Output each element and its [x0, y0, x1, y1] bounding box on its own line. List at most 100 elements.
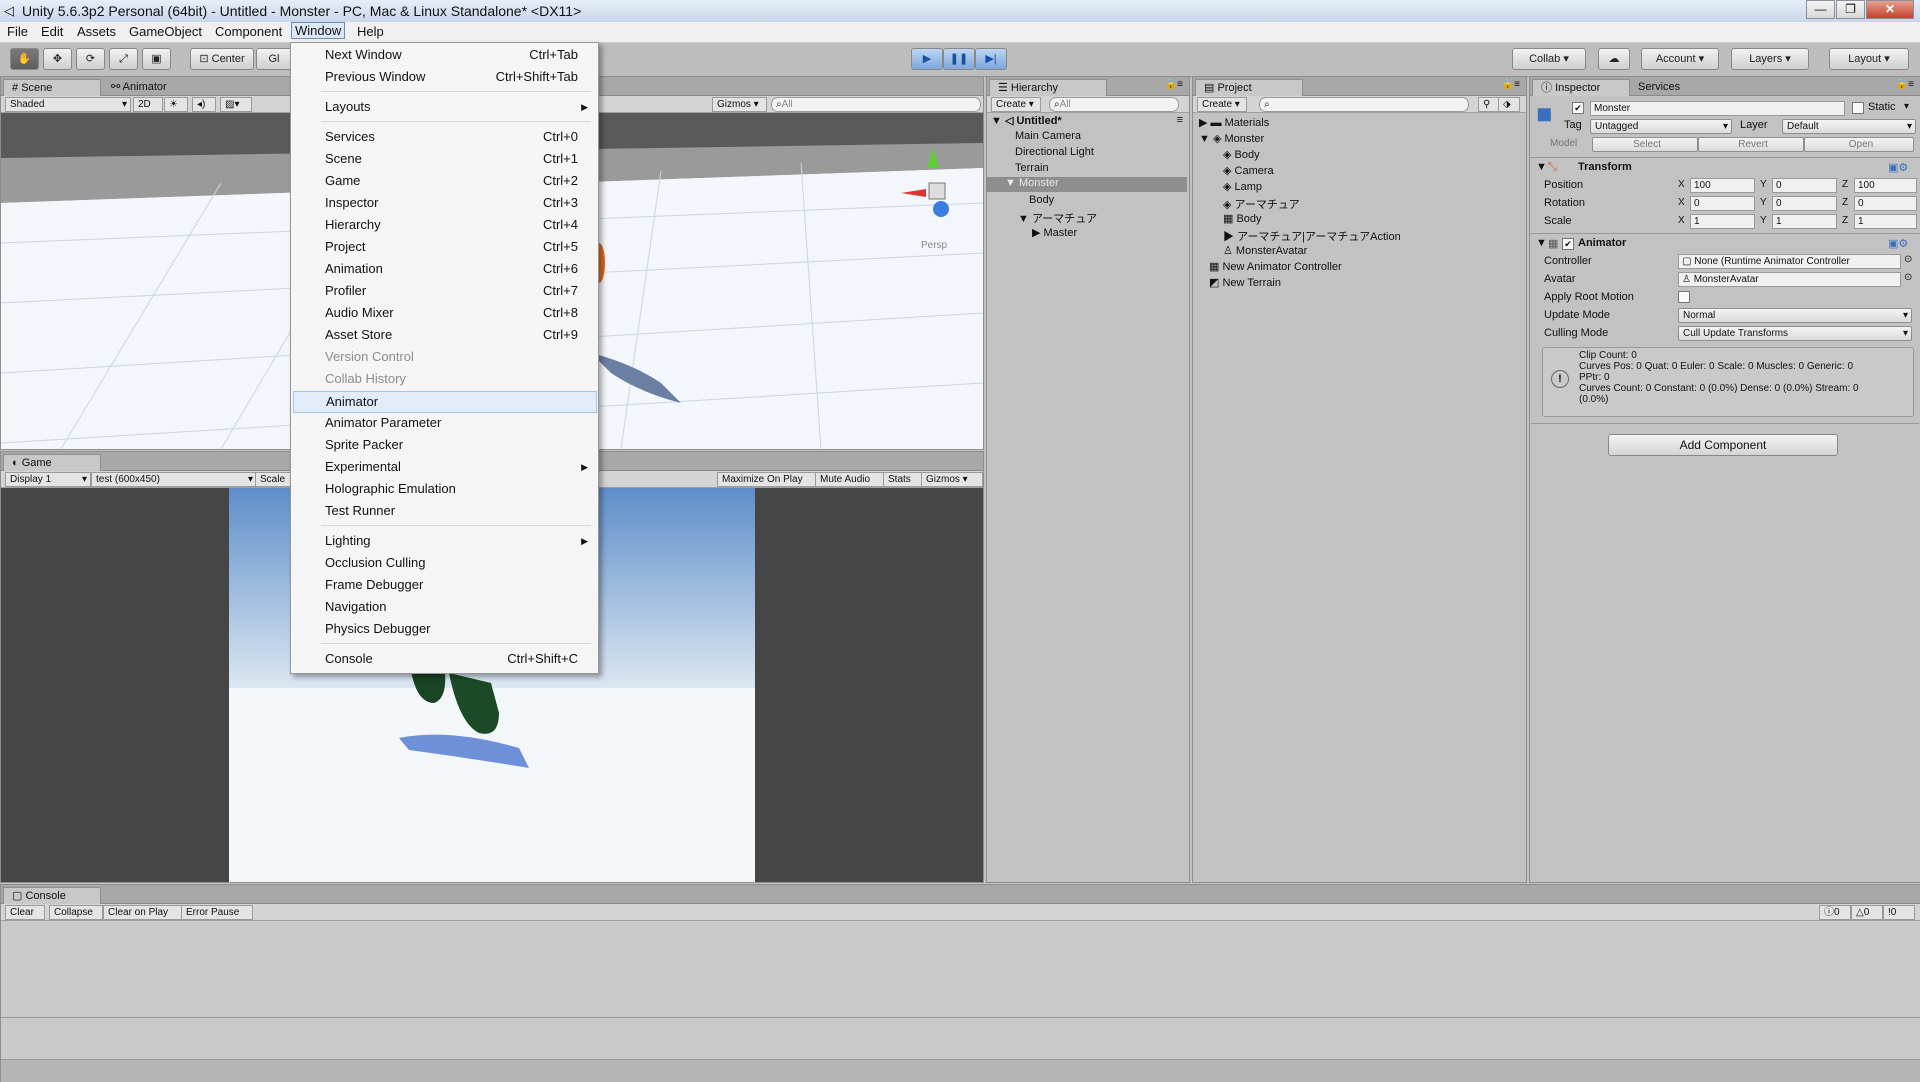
- project-item-new-terrain[interactable]: ◩ New Terrain: [1209, 276, 1281, 289]
- hierarchy-item-monster[interactable]: ▼ Monster: [987, 177, 1187, 192]
- static-checkbox[interactable]: [1852, 102, 1864, 114]
- tab-services[interactable]: Services: [1630, 79, 1688, 95]
- avatar-field[interactable]: ♙ MonsterAvatar: [1678, 272, 1901, 287]
- tab-scene[interactable]: # Scene: [3, 79, 101, 96]
- update-mode-dropdown[interactable]: Normal ▾: [1678, 308, 1912, 323]
- step-button[interactable]: ▶|: [975, 48, 1007, 70]
- display-dropdown[interactable]: Display 1 ▾: [5, 472, 91, 487]
- menu-assets[interactable]: Assets: [77, 24, 116, 39]
- menu-file[interactable]: File: [7, 24, 28, 39]
- menu-item-animator-parameter[interactable]: Animator Parameter: [291, 413, 598, 433]
- project-item-animator-controller[interactable]: ▦ New Animator Controller: [1209, 260, 1342, 273]
- menu-help[interactable]: Help: [357, 24, 384, 39]
- mute-audio-toggle[interactable]: Mute Audio: [815, 472, 885, 487]
- model-open-button[interactable]: Open: [1804, 137, 1914, 152]
- project-search-input[interactable]: ⌕: [1259, 97, 1469, 112]
- project-item-camera[interactable]: ◈ Camera: [1223, 164, 1274, 177]
- minimize-button[interactable]: —: [1806, 0, 1835, 19]
- position-x-field[interactable]: 100: [1690, 178, 1755, 193]
- scale-slider[interactable]: Scale: [255, 472, 295, 487]
- transform-foldout-arrow-icon[interactable]: ▼: [1536, 161, 1547, 173]
- effects-dropdown[interactable]: ▨▾: [220, 97, 252, 112]
- filter-by-label-button[interactable]: ⬗: [1498, 97, 1520, 112]
- 2d-toggle[interactable]: 2D: [133, 97, 163, 112]
- active-checkbox[interactable]: ✔: [1572, 102, 1584, 114]
- static-dropdown-arrow-icon[interactable]: ▾: [1904, 101, 1909, 112]
- layout-dropdown[interactable]: Layout ▾: [1829, 48, 1909, 70]
- menu-item-occlusion-culling[interactable]: Occlusion Culling: [291, 553, 598, 573]
- add-component-button[interactable]: Add Component: [1608, 434, 1838, 456]
- play-button[interactable]: ▶: [911, 48, 943, 70]
- scene-root-item[interactable]: ▼ ◁ Untitled* ≡: [991, 114, 1183, 127]
- model-revert-button[interactable]: Revert: [1698, 137, 1804, 152]
- project-item-materials[interactable]: ▶ ▬ Materials: [1199, 116, 1269, 129]
- close-button[interactable]: ✕: [1866, 0, 1914, 19]
- menu-item-audio-mixer[interactable]: Audio Mixer Ctrl+8: [291, 303, 598, 323]
- collab-button[interactable]: Collab ▾: [1512, 48, 1586, 70]
- rotation-z-field[interactable]: 0: [1854, 196, 1917, 211]
- menu-item-animator[interactable]: Animator: [293, 391, 597, 413]
- scale-y-field[interactable]: 1: [1772, 214, 1837, 229]
- tab-console[interactable]: ▢ Console: [3, 887, 101, 904]
- hierarchy-item-directional-light[interactable]: Directional Light: [1015, 146, 1094, 158]
- project-item-armature-action[interactable]: ▶ アーマチュア|アーマチュアAction: [1223, 228, 1401, 244]
- culling-mode-dropdown[interactable]: Cull Update Transforms ▾: [1678, 326, 1912, 341]
- menu-item-project[interactable]: Project Ctrl+5: [291, 237, 598, 257]
- tab-animator[interactable]: ⚯ Animator: [103, 79, 175, 95]
- rotation-y-field[interactable]: 0: [1772, 196, 1837, 211]
- lock-icon[interactable]: 🔒≡: [1896, 79, 1914, 90]
- project-item-armature[interactable]: ◈ アーマチュア: [1223, 196, 1300, 212]
- error-count-toggle[interactable]: !0: [1883, 905, 1915, 920]
- project-item-body-grid[interactable]: ▦ Body: [1223, 212, 1262, 225]
- project-item-body-mesh[interactable]: ◈ Body: [1223, 148, 1260, 161]
- shading-mode-dropdown[interactable]: Shaded ▾: [5, 97, 131, 112]
- animator-foldout-arrow-icon[interactable]: ▼: [1536, 237, 1547, 249]
- scale-tool-button[interactable]: ⤢: [109, 48, 138, 70]
- hierarchy-search-input[interactable]: ⌕All: [1049, 97, 1179, 112]
- console-error-pause-toggle[interactable]: Error Pause: [181, 905, 253, 920]
- menu-item-holographic-emulation[interactable]: Holographic Emulation: [291, 479, 598, 499]
- menu-item-frame-debugger[interactable]: Frame Debugger: [291, 575, 598, 595]
- rotate-tool-button[interactable]: ⟳: [76, 48, 105, 70]
- scale-x-field[interactable]: 1: [1690, 214, 1755, 229]
- object-picker-icon[interactable]: ⊙: [1904, 272, 1912, 283]
- audio-toggle[interactable]: ◂): [192, 97, 216, 112]
- menu-item-navigation[interactable]: Navigation: [291, 597, 598, 617]
- tab-hierarchy[interactable]: ☰ Hierarchy: [989, 79, 1107, 96]
- warning-count-toggle[interactable]: △0: [1851, 905, 1883, 920]
- hierarchy-item-main-camera[interactable]: Main Camera: [1015, 130, 1081, 142]
- hierarchy-item-master[interactable]: ▶ Master: [1032, 226, 1077, 239]
- menu-item-experimental[interactable]: Experimental ▶: [291, 457, 598, 477]
- menu-item-console[interactable]: Console Ctrl+Shift+C: [291, 649, 598, 669]
- help-icon[interactable]: ▣⚙: [1888, 237, 1908, 250]
- console-clear-on-play-toggle[interactable]: Clear on Play: [103, 905, 183, 920]
- position-z-field[interactable]: 100: [1854, 178, 1917, 193]
- resolution-dropdown[interactable]: test (600x450) ▾: [91, 472, 257, 487]
- menu-edit[interactable]: Edit: [41, 24, 63, 39]
- menu-item-services[interactable]: Services Ctrl+0: [291, 127, 598, 147]
- rect-tool-button[interactable]: ▣: [142, 48, 171, 70]
- maximize-button[interactable]: ❐: [1836, 0, 1865, 19]
- project-item-monster[interactable]: ▼ ◈ Monster: [1199, 132, 1264, 145]
- animator-enabled-checkbox[interactable]: ✔: [1562, 238, 1574, 250]
- menu-item-profiler[interactable]: Profiler Ctrl+7: [291, 281, 598, 301]
- cloud-button[interactable]: ☁: [1598, 48, 1630, 70]
- menu-item-asset-store[interactable]: Asset Store Ctrl+9: [291, 325, 598, 345]
- lock-icon[interactable]: 🔒≡: [1165, 79, 1183, 90]
- menu-gameobject[interactable]: GameObject: [129, 24, 202, 39]
- menu-item-physics-debugger[interactable]: Physics Debugger: [291, 619, 598, 639]
- tab-inspector[interactable]: ⓘ Inspector: [1532, 79, 1630, 96]
- lighting-toggle[interactable]: ☀: [164, 97, 188, 112]
- hierarchy-item-terrain[interactable]: Terrain: [1015, 162, 1049, 174]
- menu-item-animation[interactable]: Animation Ctrl+6: [291, 259, 598, 279]
- hierarchy-item-armature[interactable]: ▼ アーマチュア: [1018, 210, 1097, 226]
- position-y-field[interactable]: 0: [1772, 178, 1837, 193]
- move-tool-button[interactable]: ✥: [43, 48, 72, 70]
- lock-icon[interactable]: 🔒≡: [1502, 79, 1520, 90]
- project-create-dropdown[interactable]: Create ▾: [1197, 97, 1247, 112]
- game-gizmos-dropdown[interactable]: Gizmos ▾: [921, 472, 983, 487]
- layers-dropdown[interactable]: Layers ▾: [1731, 48, 1809, 70]
- tab-project[interactable]: ▤ Project: [1195, 79, 1303, 96]
- object-picker-icon[interactable]: ⊙: [1904, 254, 1912, 265]
- project-item-lamp[interactable]: ◈ Lamp: [1223, 180, 1262, 193]
